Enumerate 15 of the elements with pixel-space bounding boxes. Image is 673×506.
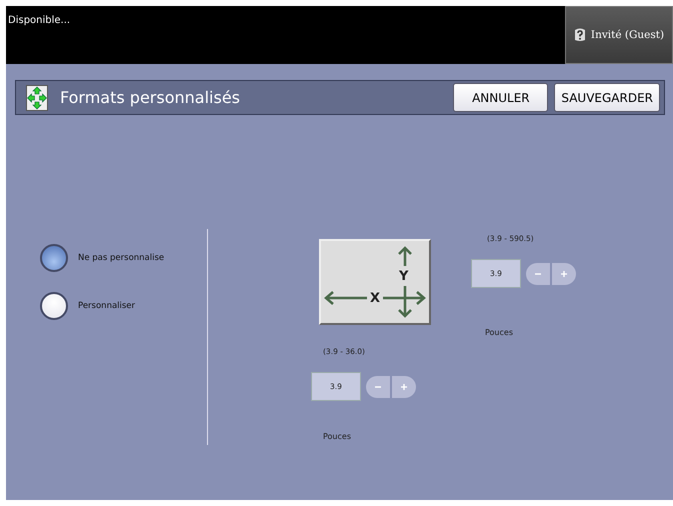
option-label: Personnaliser: [78, 301, 136, 311]
arrows-icon: [26, 84, 48, 110]
status-message: Disponible...: [8, 15, 70, 26]
option-label: Ne pas personnalise: [78, 253, 164, 263]
help-icon: [574, 28, 586, 42]
save-button[interactable]: SAUVEGARDER: [554, 83, 660, 112]
axis-label: Y: [399, 270, 408, 283]
axis-label: X: [370, 292, 380, 305]
cancel-button[interactable]: ANNULER: [453, 83, 548, 112]
radio-button[interactable]: [40, 244, 68, 272]
unit-label: Pouces: [485, 328, 514, 337]
user-button[interactable]: Invité (Guest): [565, 6, 673, 64]
radio-button[interactable]: [40, 292, 68, 320]
page-title: Formats personnalisés: [60, 88, 241, 107]
unit-label: Pouces: [323, 432, 352, 441]
